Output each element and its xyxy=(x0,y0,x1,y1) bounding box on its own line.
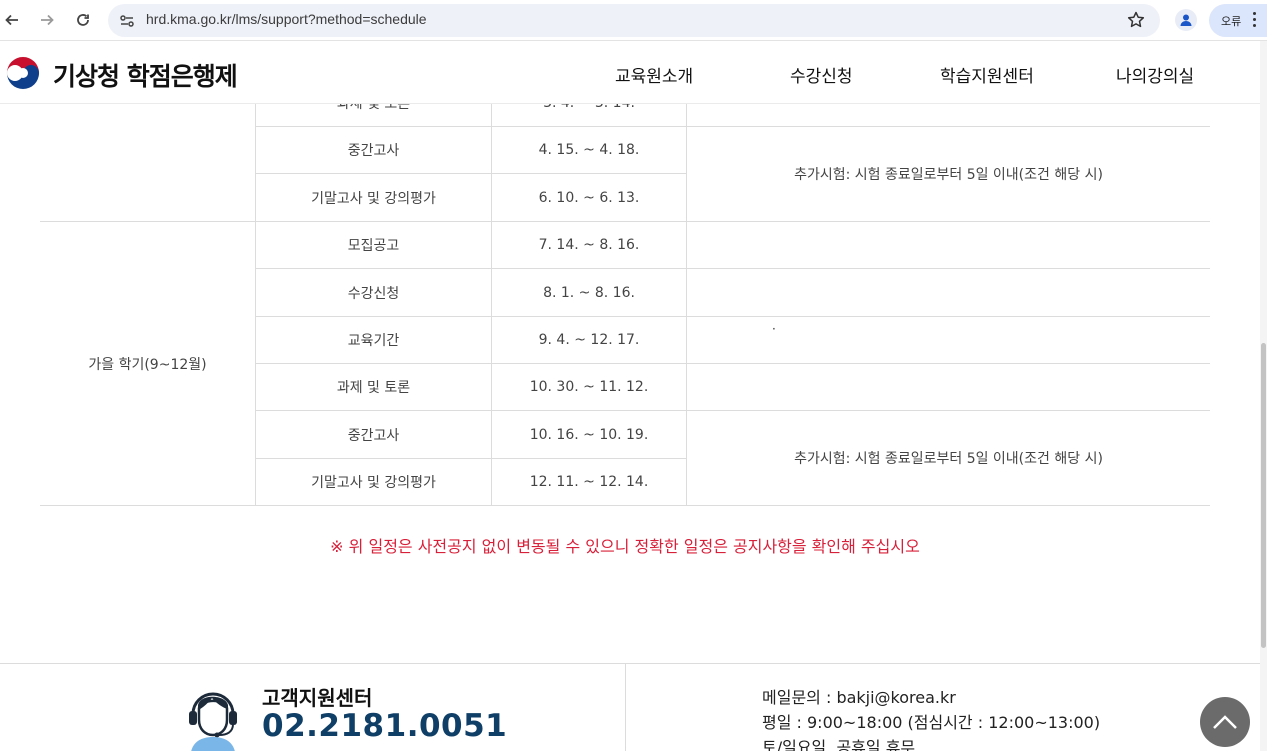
table-row-item: 수강신청 xyxy=(347,285,400,302)
reload-button[interactable] xyxy=(71,8,95,32)
stray-dot: · xyxy=(772,322,776,336)
table-row-period: 10. 30. ~ 11. 12. xyxy=(529,379,649,395)
site-settings-icon[interactable] xyxy=(118,12,136,30)
back-arrow-icon xyxy=(5,14,18,26)
table-row-period: 6. 10. ~ 6. 13. xyxy=(538,189,640,206)
table-row-item: 모집공고 xyxy=(347,238,400,254)
table-row-period: 12. 11. ~ 12. 14. xyxy=(529,474,649,490)
nav-item-about[interactable]: 교육원소개 xyxy=(615,62,693,87)
closed-days: 토/일요일, 공휴일 휴무 xyxy=(762,738,916,751)
headset-agent-icon xyxy=(189,692,237,751)
email-inquiry: 메일문의 : bakji@korea.kr xyxy=(762,688,956,707)
nav-item-enroll[interactable]: 수강신청 xyxy=(790,62,853,87)
site-footer: 고객지원센터 02.2181.0051 메일문의 : bakji@korea.k… xyxy=(0,663,1260,751)
scroll-to-top-button[interactable] xyxy=(1200,697,1250,747)
customer-center-phone: 02.2181.0051 xyxy=(262,708,508,744)
back-button[interactable] xyxy=(0,8,24,32)
schedule-change-notice: ※ 위 일정은 사전공지 없이 변동될 수 있으니 정확한 일정은 공지사항을 … xyxy=(330,537,920,556)
fall-extra-exam-note: 추가시험: 시험 종료일로부터 5일 이내(조건 해당 시) xyxy=(794,451,1103,467)
table-row-item: 중간고사 xyxy=(347,143,400,159)
table-row-period: 10. 16. ~ 10. 19. xyxy=(529,426,649,443)
customer-center-title: 고객지원센터 xyxy=(262,686,373,710)
profile-button[interactable] xyxy=(1175,9,1197,31)
scrollbar-thumb[interactable] xyxy=(1261,343,1266,648)
reload-icon xyxy=(77,14,89,26)
weekday-hours: 평일 : 9:00~18:00 (점심시간 : 12:00~13:00) xyxy=(762,713,1101,732)
url-text[interactable]: hrd.kma.go.kr/lms/support?method=schedul… xyxy=(146,11,427,27)
browser-toolbar: hrd.kma.go.kr/lms/support?method=schedul… xyxy=(0,0,1267,41)
table-row-period: 4. 15. ~ 4. 18. xyxy=(538,142,640,158)
error-label: 오류 xyxy=(1221,15,1242,28)
table-row-item: 기말고사 및 강의평가 xyxy=(311,190,436,207)
error-menu-button[interactable]: 오류 xyxy=(1209,4,1267,37)
forward-button[interactable] xyxy=(35,8,59,32)
spring-extra-exam-note: 추가시험: 시험 종료일로부터 5일 이내(조건 해당 시) xyxy=(794,167,1103,183)
table-row-period: 7. 14. ~ 8. 16. xyxy=(538,237,640,253)
address-bar[interactable]: hrd.kma.go.kr/lms/support?method=schedul… xyxy=(108,4,1160,37)
profile-icon xyxy=(1180,14,1192,26)
table-row-item: 중간고사 xyxy=(347,427,400,444)
site-header: 기상청 학점은행제 교육원소개 수강신청 학습지원센터 나의강의실 xyxy=(0,41,1260,104)
site-logo-title[interactable]: 기상청 학점은행제 xyxy=(53,57,238,93)
bookmark-star-icon[interactable] xyxy=(1126,10,1146,30)
forward-arrow-icon xyxy=(41,14,54,26)
table-row-item: 교육기간 xyxy=(347,333,400,349)
taegeuk-logo-icon[interactable] xyxy=(6,56,40,90)
table-row-period: 8. 1. ~ 8. 16. xyxy=(543,284,635,301)
nav-item-my-classroom[interactable]: 나의강의실 xyxy=(1116,62,1194,87)
table-row-item: 기말고사 및 강의평가 xyxy=(311,475,436,491)
table-row-item: 과제 및 토론 xyxy=(336,380,411,396)
chevron-up-icon xyxy=(1213,715,1237,729)
table-row-period: 9. 4. ~ 12. 17. xyxy=(538,332,640,348)
kebab-menu-icon xyxy=(1253,12,1257,28)
nav-item-support-center[interactable]: 학습지원센터 xyxy=(940,62,1034,87)
fall-term-label: 가을 학기(9~12월) xyxy=(88,356,207,373)
